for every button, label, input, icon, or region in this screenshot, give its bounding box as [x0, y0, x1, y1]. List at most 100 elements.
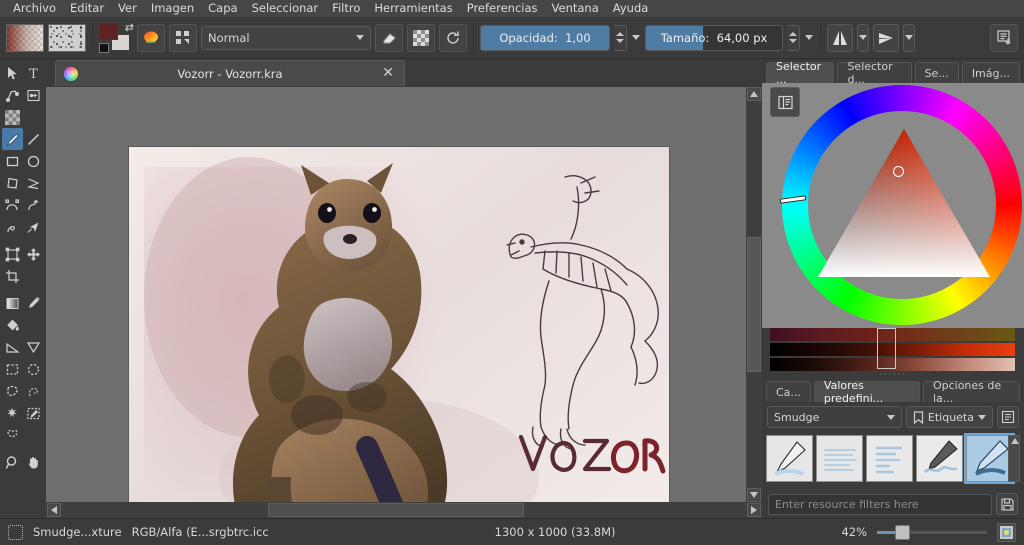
select-shapes-tool[interactable]: [2, 62, 23, 84]
menu-preferencias[interactable]: Preferencias: [460, 0, 545, 17]
text-tool[interactable]: T: [23, 62, 44, 84]
dynamic-brush-tool[interactable]: [23, 194, 44, 216]
tab-opciones-de-la-capa[interactable]: Opciones de la...: [922, 379, 1020, 405]
rectangle-tool[interactable]: [2, 150, 23, 172]
edit-shapes-tool[interactable]: [2, 84, 23, 106]
fill-tool[interactable]: [2, 314, 23, 336]
reset-brush-button[interactable]: [439, 23, 467, 52]
swap-colors-icon[interactable]: ⇄: [125, 21, 134, 34]
workspace-chooser-button[interactable]: [990, 23, 1018, 52]
crop-tool[interactable]: [2, 265, 23, 287]
tab-selector-3[interactable]: Se...: [914, 62, 959, 83]
assistant-tool[interactable]: [23, 336, 44, 358]
menu-ver[interactable]: Ver: [111, 0, 144, 17]
menu-capa[interactable]: Capa: [201, 0, 244, 17]
preset-grid-scrollbar[interactable]: [1008, 435, 1020, 482]
tab-selector-1[interactable]: Selector ...: [766, 60, 835, 86]
freehand-path-tool[interactable]: [2, 216, 23, 238]
artboard[interactable]: @elloboylaluna f: [129, 147, 669, 502]
ellipse-tool[interactable]: [23, 150, 44, 172]
tab-capas[interactable]: Ca...: [766, 381, 811, 402]
color-profile-label[interactable]: RGB/Alfa (E...srgbtrc.icc: [132, 525, 269, 539]
scroll-left-icon[interactable]: [47, 503, 61, 517]
freehand-brush-tool[interactable]: [2, 128, 23, 150]
mirror-horizontal-options[interactable]: [857, 23, 869, 52]
brush-preset-4[interactable]: [916, 435, 963, 482]
scroll-down-icon[interactable]: [747, 488, 761, 502]
blending-mode-select[interactable]: Normal: [201, 25, 371, 50]
brush-preset-5[interactable]: [964, 433, 1015, 484]
vertical-scroll-thumb[interactable]: [747, 237, 761, 372]
docker-splitter-handle[interactable]: ······: [762, 371, 1024, 379]
hue-selector-marker[interactable]: [779, 195, 807, 204]
tab-valores-predefinidos[interactable]: Valores predefini...: [813, 379, 920, 405]
zoom-slider-handle[interactable]: [895, 524, 910, 540]
gradient-fill-tool[interactable]: [2, 106, 23, 128]
bezier-curve-tool[interactable]: [2, 194, 23, 216]
close-icon[interactable]: ✕: [382, 66, 394, 81]
tab-imagenes[interactable]: Imág...: [961, 62, 1020, 83]
menu-seleccionar[interactable]: Seleccionar: [245, 0, 326, 17]
eraser-mode-button[interactable]: [375, 23, 403, 52]
canvas-vertical-scrollbar[interactable]: [746, 87, 762, 502]
zoom-slider[interactable]: [877, 524, 987, 540]
mirror-horizontal-button[interactable]: [827, 23, 853, 52]
pan-tool[interactable]: [23, 451, 44, 473]
brush-preset-1[interactable]: [766, 435, 813, 482]
opacity-stepper[interactable]: [614, 24, 627, 51]
move-tool[interactable]: [23, 243, 44, 265]
rectangular-selection-tool[interactable]: [2, 358, 23, 380]
preset-options-button[interactable]: [997, 406, 1019, 428]
transform-tool[interactable]: [2, 243, 23, 265]
shade-selector[interactable]: [770, 328, 1015, 371]
saturation-value-triangle[interactable]: [814, 125, 994, 285]
polygon-tool[interactable]: [2, 172, 23, 194]
menu-ayuda[interactable]: Ayuda: [606, 0, 656, 17]
resource-filter-input[interactable]: Enter resource filters here: [768, 493, 992, 515]
selector-settings-button[interactable]: [770, 87, 800, 117]
color-picker-tool[interactable]: [23, 292, 44, 314]
pattern-chooser-button[interactable]: [169, 23, 197, 52]
gradient-swatch-icon[interactable]: [6, 23, 44, 52]
pattern-swatch-icon[interactable]: [48, 23, 86, 52]
selection-mode-icon[interactable]: [8, 524, 23, 540]
line-tool[interactable]: [23, 128, 44, 150]
multibrush-tool[interactable]: [23, 216, 44, 238]
bezier-selection-tool[interactable]: [2, 424, 23, 446]
brush-preset-3[interactable]: [866, 435, 913, 482]
mirror-vertical-options[interactable]: [903, 23, 915, 52]
gradient-tool[interactable]: [2, 292, 23, 314]
menu-imagen[interactable]: Imagen: [144, 0, 201, 17]
size-stepper[interactable]: [787, 24, 800, 51]
canvas-horizontal-scrollbar[interactable]: [46, 502, 762, 518]
reset-colors-icon[interactable]: [99, 42, 109, 53]
canvas-viewport[interactable]: @elloboylaluna f: [46, 87, 746, 502]
contiguous-selection-tool[interactable]: [2, 402, 23, 424]
zoom-tool[interactable]: [2, 451, 23, 473]
tab-selector-2[interactable]: Selector d...: [837, 60, 912, 86]
save-filter-button[interactable]: [996, 493, 1018, 515]
freehand-selection-tool[interactable]: [23, 380, 44, 402]
scroll-up-icon[interactable]: [747, 87, 761, 101]
menu-editar[interactable]: Editar: [63, 0, 111, 17]
elliptical-selection-tool[interactable]: [23, 358, 44, 380]
polygonal-selection-tool[interactable]: [2, 380, 23, 402]
similar-color-selection-tool[interactable]: [23, 402, 44, 424]
measure-tool[interactable]: [2, 336, 23, 358]
mirror-vertical-button[interactable]: [873, 23, 899, 52]
size-slider[interactable]: Tamaño: 64,00 px: [645, 24, 783, 51]
advanced-color-selector[interactable]: [762, 83, 1024, 328]
foreground-background-color[interactable]: ⇄: [99, 21, 134, 53]
opacity-slider[interactable]: Opacidad: 1,00: [480, 24, 610, 51]
preset-group-select[interactable]: Smudge: [767, 406, 902, 428]
menu-archivo[interactable]: Archivo: [6, 0, 63, 17]
tag-button[interactable]: Etiqueta: [905, 406, 993, 428]
zoom-to-fit-button[interactable]: [997, 522, 1016, 542]
menu-ventana[interactable]: Ventana: [545, 0, 606, 17]
calligraphy-tool[interactable]: [23, 84, 44, 106]
gradient-chooser-button[interactable]: [137, 23, 165, 52]
preserve-alpha-button[interactable]: [407, 23, 435, 52]
scroll-right-icon[interactable]: [747, 503, 761, 517]
document-tab[interactable]: Vozorr - Vozorr.kra ✕: [55, 60, 405, 86]
menu-herramientas[interactable]: Herramientas: [367, 0, 459, 17]
